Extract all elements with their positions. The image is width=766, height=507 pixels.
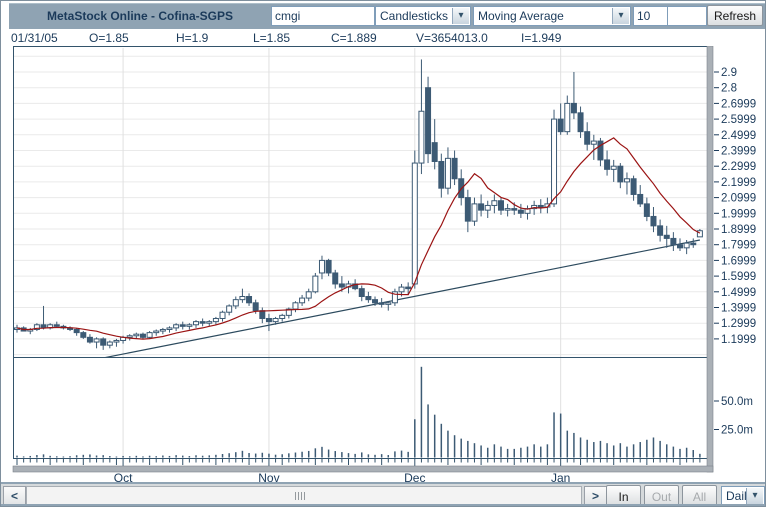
svg-text:2.2999: 2.2999 (721, 161, 756, 173)
moving-average-line (16, 137, 701, 340)
chart-type-value: Candlesticks (380, 9, 449, 23)
svg-text:1.2999: 1.2999 (721, 318, 756, 330)
scrollbar-track[interactable] (26, 486, 582, 505)
zoom-out-button[interactable]: Out (644, 485, 679, 506)
metastock-window: MetaStock Online - Cofina-SGPS Candlesti… (0, 0, 766, 507)
chart-frame (13, 46, 707, 459)
chevron-left-icon: < (10, 489, 18, 503)
status-low: L=1.85 (253, 31, 291, 45)
svg-text:2.5999: 2.5999 (721, 114, 756, 126)
svg-text:2.0999: 2.0999 (721, 193, 756, 205)
status-volume: V=3654013.0 (416, 31, 488, 45)
status-open: O=1.85 (89, 31, 129, 45)
svg-text:1.8999: 1.8999 (721, 224, 756, 236)
svg-text:2.1999: 2.1999 (721, 177, 756, 189)
chevron-right-icon: > (591, 489, 599, 503)
svg-text:2.8: 2.8 (721, 83, 737, 95)
svg-text:50.0m: 50.0m (721, 396, 753, 408)
svg-text:2.4999: 2.4999 (721, 130, 756, 142)
refresh-button[interactable]: Refresh (707, 5, 763, 26)
svg-text:2.6999: 2.6999 (721, 98, 756, 110)
gridlines (14, 48, 707, 458)
indicator-value: Moving Average (478, 9, 564, 23)
status-indicator: I=1.949 (521, 31, 562, 45)
chart-type-dropdown[interactable]: Candlesticks ▾ (375, 6, 471, 26)
chevron-down-icon[interactable]: ▾ (746, 488, 763, 504)
toolbar: MetaStock Online - Cofina-SGPS Candlesti… (1, 1, 765, 30)
window-title: MetaStock Online - Cofina-SGPS (46, 9, 234, 23)
axis-divider-vertical (706, 46, 714, 473)
indicator-dropdown[interactable]: Moving Average ▾ (473, 6, 631, 26)
volume-bars (16, 366, 701, 458)
status-date: 01/31/05 (11, 31, 58, 45)
chevron-down-icon[interactable]: ▾ (452, 8, 469, 24)
svg-text:2.3999: 2.3999 (721, 146, 756, 158)
svg-text:1.1999: 1.1999 (721, 334, 756, 346)
svg-text:1.4999: 1.4999 (721, 287, 756, 299)
svg-text:2.9: 2.9 (721, 67, 737, 79)
price-volume-chart[interactable]: 2.9 2.8 2.6999 2.5999 2.4999 2.3999 2.2999 2.19… (1, 46, 766, 488)
chevron-down-icon[interactable]: ▾ (612, 8, 629, 24)
status-close: C=1.889 (331, 31, 377, 45)
zoom-all-button[interactable]: All (682, 485, 717, 506)
svg-text:1.3999: 1.3999 (721, 303, 756, 315)
svg-text:1.9999: 1.9999 (721, 208, 756, 220)
symbol-input[interactable] (271, 6, 375, 26)
svg-text:1.7999: 1.7999 (721, 240, 756, 252)
period-input[interactable] (633, 6, 669, 26)
scrollbar-grip-icon[interactable] (295, 492, 307, 500)
periodicity-dropdown[interactable]: Daily ▾ (721, 486, 765, 506)
svg-text:25.0m: 25.0m (721, 425, 753, 437)
zoom-in-button[interactable]: In (606, 485, 641, 506)
svg-text:1.5999: 1.5999 (721, 271, 756, 283)
svg-text:1.6999: 1.6999 (721, 255, 756, 267)
status-bar: 01/31/05 O=1.85 H=1.9 L=1.85 C=1.889 V=3… (1, 29, 765, 46)
period-input-2[interactable] (667, 6, 707, 26)
status-high: H=1.9 (176, 31, 209, 45)
